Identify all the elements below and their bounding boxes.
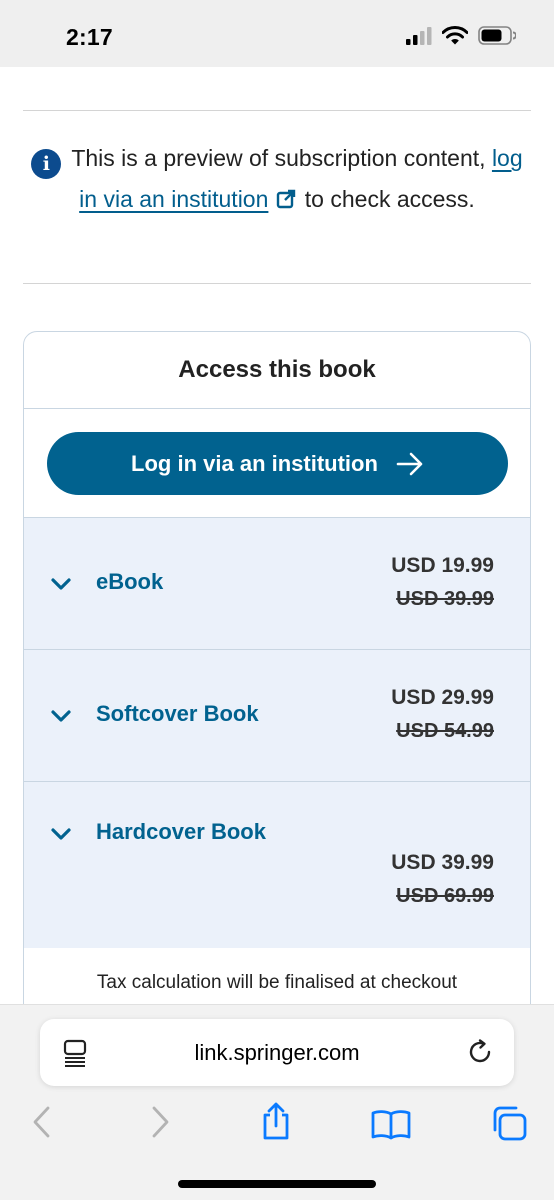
battery-icon [478,26,516,45]
top-divider [23,110,531,111]
status-bar: 2:17 [0,0,554,67]
option-name: Hardcover Book [96,819,266,844]
option-name: Softcover Book [96,701,259,726]
reload-icon[interactable] [466,1038,494,1066]
option-old-price: USD 54.99 [396,720,494,742]
institution-login-button[interactable]: Log in via an institution [47,432,508,495]
address-bar[interactable]: link.springer.com [40,1019,514,1086]
option-price: USD 39.99 [391,851,494,874]
option-hardcover[interactable]: Hardcover Book USD 39.99 USD 69.99 [24,781,530,948]
login-button-label: Log in via an institution [131,450,378,476]
tax-note: Tax calculation will be finalised at che… [96,972,458,993]
browser-toolbar: link.springer.com [0,1004,554,1200]
arrow-right-icon [396,452,423,475]
option-name: eBook [96,569,164,594]
preview-divider [23,283,531,284]
preview-text-before: This is a preview of subscription conten… [71,145,492,171]
option-price: USD 19.99 [391,554,494,577]
share-icon[interactable] [258,1101,294,1141]
option-ebook[interactable]: eBook USD 19.99 USD 39.99 [24,517,530,649]
tabs-icon[interactable] [490,1105,528,1141]
signal-icon [406,26,432,45]
preview-note: i This is a preview of subscription conte… [30,138,524,219]
status-time: 2:17 [66,24,113,50]
home-indicator [178,1180,376,1188]
status-icons [406,26,516,45]
access-title: Access this book [24,332,530,409]
chevron-down-icon [51,710,71,722]
access-card: Access this book Log in via an instituti… [23,331,531,1031]
chevron-down-icon [51,828,71,840]
info-icon: i [31,149,62,179]
back-icon[interactable] [30,1105,54,1139]
wifi-icon [442,26,468,45]
external-link-icon [277,189,296,209]
bookmarks-icon[interactable] [370,1109,412,1141]
preview-text-after: to check access. [298,186,475,212]
option-softcover[interactable]: Softcover Book USD 29.99 USD 54.99 [24,649,530,781]
option-price: USD 29.99 [391,686,494,709]
url-text: link.springer.com [194,1040,360,1065]
forward-icon[interactable] [148,1105,172,1139]
option-old-price: USD 39.99 [396,588,494,610]
option-old-price: USD 69.99 [396,885,494,907]
chevron-down-icon [51,578,71,590]
